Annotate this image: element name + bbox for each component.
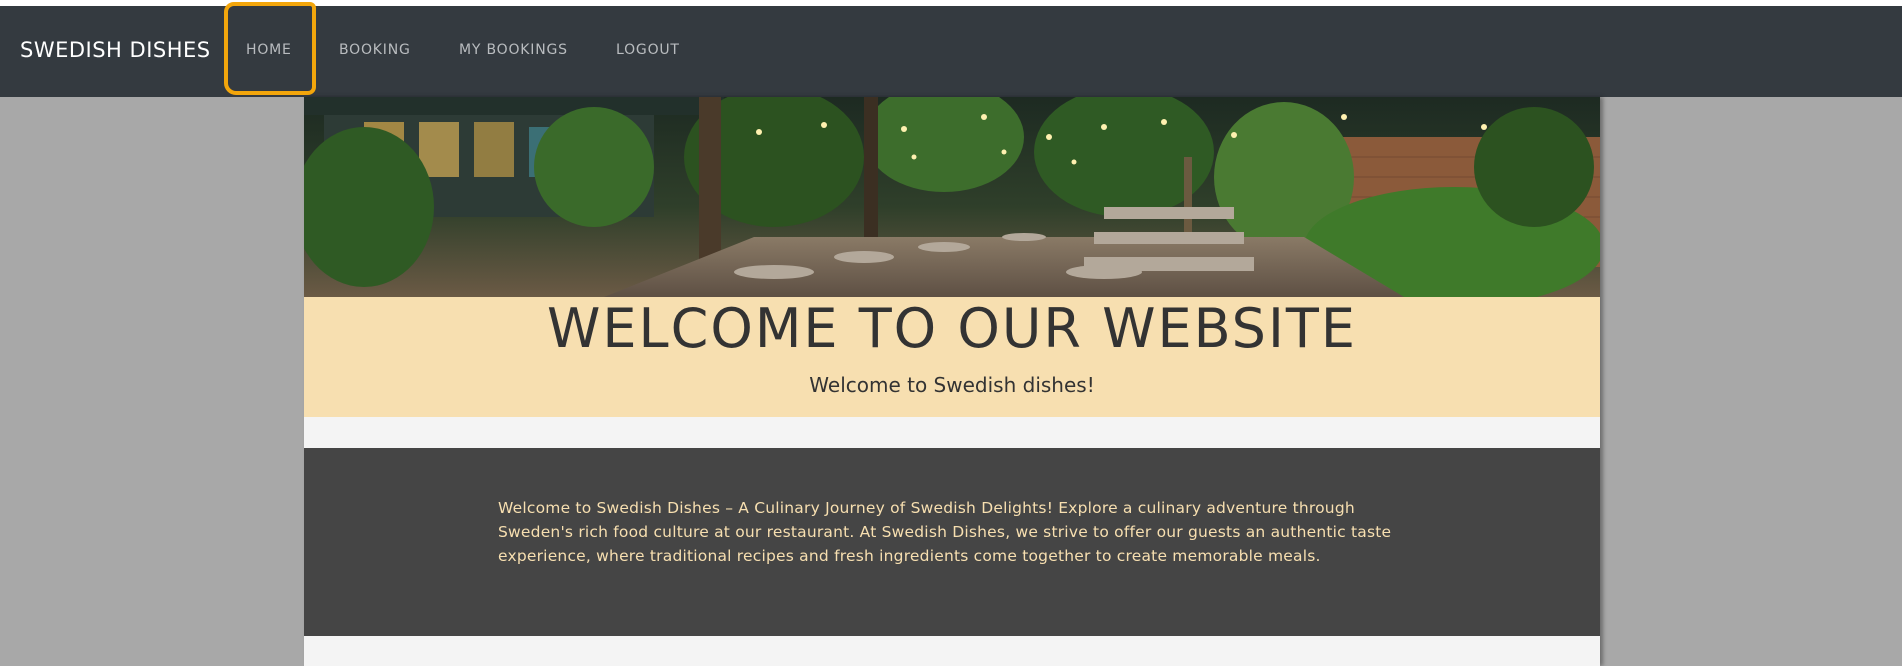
nav-link-home[interactable]: HOME <box>246 42 292 58</box>
welcome-subtitle: Welcome to Swedish dishes! <box>809 373 1095 397</box>
main-content: WELCOME TO OUR WEBSITE Welcome to Swedis… <box>304 97 1600 666</box>
about-section: Welcome to Swedish Dishes – A Culinary J… <box>304 448 1600 636</box>
welcome-banner: WELCOME TO OUR WEBSITE Welcome to Swedis… <box>304 297 1600 417</box>
nav-link-my-bookings[interactable]: MY BOOKINGS <box>459 42 568 58</box>
nav-link-logout[interactable]: LOGOUT <box>616 42 680 58</box>
hero-image <box>304 97 1600 297</box>
nav-link-booking[interactable]: BOOKING <box>339 42 411 58</box>
welcome-title: WELCOME TO OUR WEBSITE <box>547 297 1357 360</box>
navbar: SWEDISH DISHES HOME BOOKING MY BOOKINGS … <box>0 6 1902 97</box>
about-text: Welcome to Swedish Dishes – A Culinary J… <box>498 499 1392 565</box>
brand-logo[interactable]: SWEDISH DISHES <box>20 38 211 62</box>
